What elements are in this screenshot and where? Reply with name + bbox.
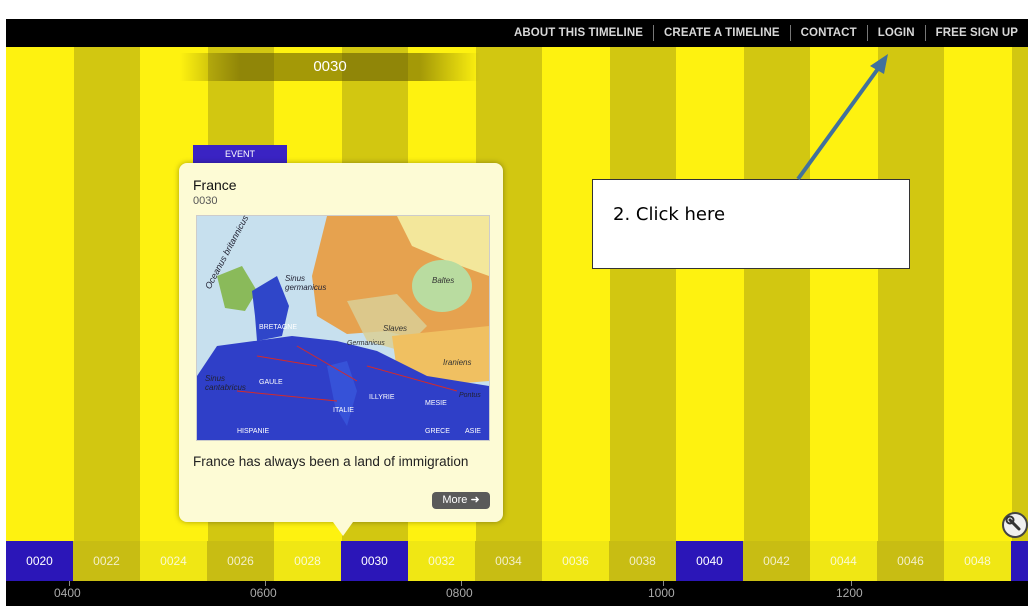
timeline-stage[interactable]: 0030 EVENT France 0030 Oceanus britannic…: [6, 47, 1028, 541]
overview-year-label: 1200: [836, 586, 863, 600]
timeline-stripe: [810, 47, 878, 541]
map-label-italie: ITALIE: [333, 407, 354, 414]
scale-year-0040[interactable]: 0040: [676, 541, 743, 581]
more-button[interactable]: More ➜: [432, 492, 490, 509]
map-label-baltes: Baltes: [432, 276, 455, 285]
callout-text: 2. Click here: [613, 204, 726, 225]
map-label-bretagne: BRETAGNE: [259, 324, 297, 331]
map-label-mesie: MESIE: [425, 400, 447, 407]
map-label-pontus: Pontus: [459, 392, 481, 399]
timeline-stripe: [878, 47, 944, 541]
scale-year-end[interactable]: [1011, 541, 1028, 581]
overview-bar[interactable]: 0400 0600 0800 1000 1200: [6, 581, 1028, 606]
scale-year-0044[interactable]: 0044: [810, 541, 877, 581]
wrench-icon[interactable]: [1002, 512, 1028, 538]
map-label-hispanie: HISPANIE: [237, 428, 270, 435]
map-label-sinus-germanicus: Sinus germanicus: [285, 274, 327, 292]
overview-year-label: 0400: [54, 586, 81, 600]
timeline-stripe: [74, 47, 140, 541]
event-tag: EVENT: [193, 145, 287, 163]
map-label-illyrie: ILLYRIE: [369, 394, 395, 401]
nav-menu: ABOUT THIS TIMELINE CREATE A TIMELINE CO…: [504, 19, 1028, 47]
nav-login[interactable]: LOGIN: [868, 25, 925, 41]
map-label-germanicus: Germanicus: [347, 340, 385, 347]
timeline-stripe: [744, 47, 810, 541]
map-label-asie: ASIE: [465, 428, 481, 435]
scale-year-0038[interactable]: 0038: [609, 541, 676, 581]
map-label-gaule: GAULE: [259, 379, 283, 386]
overview-year-label: 0600: [250, 586, 277, 600]
scale-year-0030[interactable]: 0030: [341, 541, 408, 581]
event-map-image[interactable]: Oceanus britannicus Sinus germanicus Bal…: [196, 214, 490, 441]
more-button-label: More: [442, 494, 468, 506]
nav-create-timeline[interactable]: CREATE A TIMELINE: [654, 25, 790, 41]
map-label-slaves: Slaves: [383, 324, 408, 333]
current-year-header: 0030: [180, 53, 480, 81]
instruction-callout: 2. Click here: [592, 179, 910, 269]
nav-free-signup[interactable]: FREE SIGN UP: [926, 25, 1028, 41]
scale-year-0028[interactable]: 0028: [274, 541, 341, 581]
event-date: 0030: [193, 195, 218, 207]
scale-year-0046[interactable]: 0046: [877, 541, 944, 581]
map-label-grece: GRECE: [425, 428, 450, 435]
timeline-stripe: [1012, 47, 1028, 541]
scale-year-0026[interactable]: 0026: [207, 541, 274, 581]
map-label-sinus-cantabricus: Sinus cantabricus: [205, 374, 246, 392]
scale-year-0024[interactable]: 0024: [140, 541, 207, 581]
arrow-right-icon: ➜: [470, 494, 480, 506]
scale-year-0034[interactable]: 0034: [475, 541, 542, 581]
timeline-stripe: [944, 47, 1012, 541]
timeline-app: ABOUT THIS TIMELINE CREATE A TIMELINE CO…: [0, 0, 1028, 606]
event-description: France has always been a land of immigra…: [193, 454, 469, 469]
timeline-stripe: [676, 47, 744, 541]
map-label-iraniens: Iraniens: [443, 358, 472, 367]
scale-year-0022[interactable]: 0022: [73, 541, 140, 581]
overview-year-label: 0800: [446, 586, 473, 600]
nav-about[interactable]: ABOUT THIS TIMELINE: [504, 25, 653, 41]
scale-year-0048[interactable]: 0048: [944, 541, 1011, 581]
scale-year-0032[interactable]: 0032: [408, 541, 475, 581]
scale-year-0036[interactable]: 0036: [542, 541, 609, 581]
overview-year-label: 1000: [648, 586, 675, 600]
event-card[interactable]: France 0030 Oceanus britannicus Sinus ge…: [179, 163, 503, 536]
event-title: France: [193, 177, 237, 193]
timeline-stripe: [542, 47, 610, 541]
nav-contact[interactable]: CONTACT: [791, 25, 867, 41]
timeline-stripe: [6, 47, 74, 541]
scale-year-0042[interactable]: 0042: [743, 541, 810, 581]
scale-year-0020[interactable]: 0020: [6, 541, 73, 581]
top-nav-bar: ABOUT THIS TIMELINE CREATE A TIMELINE CO…: [6, 19, 1028, 47]
card-pointer: [333, 522, 353, 536]
timeline-scale: 0020 0022 0024 0026 0028 0030 0032 0034 0036 0038…: [6, 541, 1028, 581]
timeline-stripe: [610, 47, 676, 541]
